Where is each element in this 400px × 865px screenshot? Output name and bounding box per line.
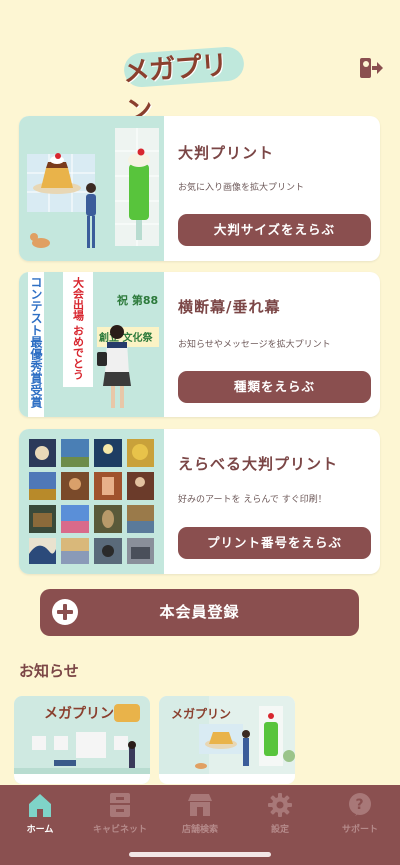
tab-label: 設定 — [270, 825, 289, 835]
choose-print-number-button[interactable]: プリント番号をえらぶ — [178, 527, 371, 559]
register-label: 本会員登録 — [159, 603, 240, 621]
tab-cabinet[interactable]: キャビネット — [80, 791, 160, 841]
news-image: メガプリン — [14, 696, 150, 784]
tab-label: サポート — [341, 825, 378, 835]
card-description: お気に入り画像を拡大プリント — [178, 183, 305, 193]
cabinet-icon — [110, 793, 130, 817]
card-title: 横断幕/垂れ幕 — [178, 298, 281, 316]
logout-icon[interactable] — [358, 56, 384, 80]
choose-size-button[interactable]: 大判サイズをえらぶ — [178, 214, 371, 246]
gear-icon — [268, 793, 292, 817]
card-title: えらべる大判プリント — [178, 455, 339, 473]
news-logo-text: メガプリン — [171, 706, 231, 721]
home-icon — [29, 794, 51, 817]
card-description: 好みのアートを えらんで すぐ印刷！ — [178, 495, 327, 505]
tab-store-search[interactable]: 店舗検索 — [160, 791, 240, 841]
tab-support[interactable]: ? サポート — [320, 791, 400, 841]
register-member-button[interactable]: 本会員登録 — [40, 589, 359, 636]
selectable-print-card[interactable]: えらべる大判プリント 好みのアートを えらんで すぐ印刷！ プリント番号をえらぶ — [19, 429, 380, 574]
large-print-image — [19, 116, 164, 261]
help-icon: ? — [349, 793, 371, 816]
tab-settings[interactable]: 設定 — [240, 791, 320, 841]
choose-type-button[interactable]: 種類をえらぶ — [178, 371, 371, 403]
art-grid-image — [19, 429, 164, 574]
card-title: 大判プリント — [178, 144, 275, 162]
card-description: お知らせやメッセージを拡大プリント — [178, 340, 331, 350]
news-logo-text: メガプリン — [44, 706, 114, 722]
tab-label: 店舗検索 — [181, 825, 218, 835]
banner-image: コンテスト最優秀賞受賞 大会出場 おめでとう 祝 第88 創立 文化祭 — [19, 272, 164, 417]
home-indicator — [129, 852, 271, 857]
tab-home[interactable]: ホーム — [0, 791, 80, 841]
tab-label: キャビネット — [92, 825, 147, 835]
banner-text-top-right: 祝 第88 — [117, 293, 158, 307]
news-item[interactable]: メガプリン — [14, 696, 150, 784]
large-print-card[interactable]: 大判プリント お気に入り画像を拡大プリント 大判サイズをえらぶ — [19, 116, 380, 261]
svg-text:?: ? — [356, 797, 364, 813]
tab-label: ホーム — [26, 825, 54, 835]
banner-text-middle: 大会出場 おめでとう — [72, 276, 85, 380]
news-heading: お知らせ — [19, 662, 79, 680]
app-logo: メガプリン — [118, 44, 246, 127]
banner-card[interactable]: コンテスト最優秀賞受賞 大会出場 おめでとう 祝 第88 創立 文化祭 横断幕/… — [19, 272, 380, 417]
banner-text-left: コンテスト最優秀賞受賞 — [29, 276, 43, 409]
news-item[interactable]: メガプリン — [159, 696, 295, 784]
store-icon — [188, 794, 212, 816]
header: メガプリン — [0, 0, 400, 127]
news-image: メガプリン — [159, 696, 295, 784]
